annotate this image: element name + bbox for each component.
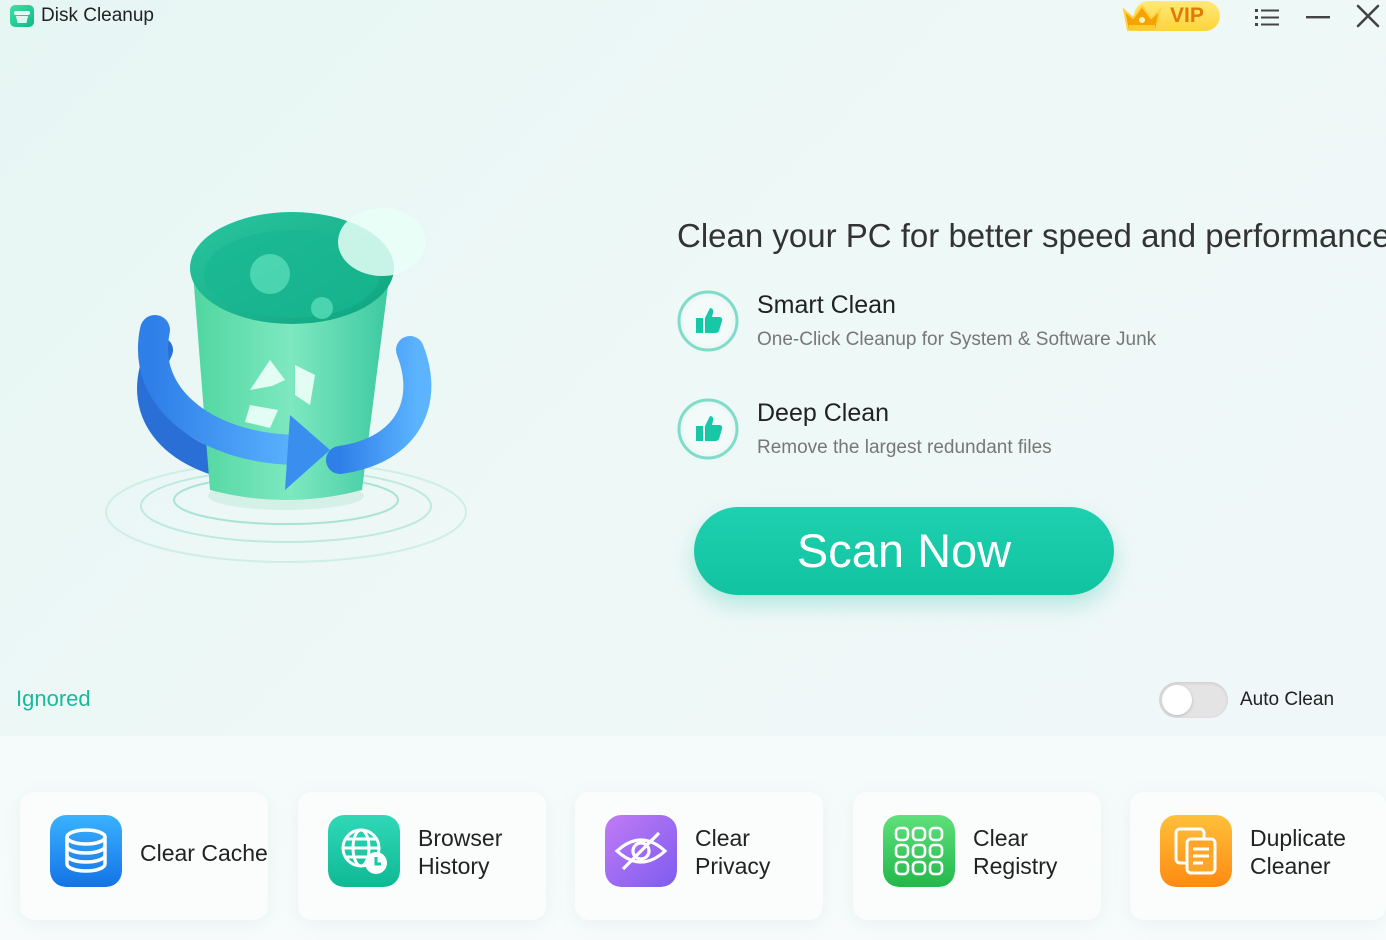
tool-label-line2: Registry bbox=[973, 853, 1058, 879]
toggle-knob bbox=[1162, 685, 1192, 715]
tool-label: Clear Cache bbox=[140, 840, 268, 866]
thumbs-up-icon bbox=[677, 290, 739, 352]
vip-label: VIP bbox=[1170, 4, 1204, 27]
tool-clear-privacy[interactable]: Clear Privacy bbox=[575, 792, 823, 920]
tool-label: Browser History bbox=[418, 824, 558, 880]
grid-icon bbox=[883, 815, 955, 887]
feature-deep-clean: Deep Clean Remove the largest redundant … bbox=[676, 397, 1276, 477]
tool-label-line2: Cleaner bbox=[1250, 853, 1331, 879]
tool-label-line1: Browser bbox=[418, 825, 503, 851]
feature-description: Remove the largest redundant files bbox=[757, 437, 1052, 458]
tool-label-line2: Privacy bbox=[695, 853, 771, 879]
title-bar: Disk Cleanup VIP bbox=[0, 0, 1386, 36]
thumbs-up-icon bbox=[677, 398, 739, 460]
feature-title: Deep Clean bbox=[757, 399, 890, 427]
headline: Clean your PC for better speed and perfo… bbox=[677, 217, 1386, 254]
minimize-icon[interactable] bbox=[1304, 4, 1332, 30]
tool-duplicate-cleaner[interactable]: Duplicate Cleaner bbox=[1130, 792, 1386, 920]
auto-clean-toggle[interactable] bbox=[1159, 682, 1228, 718]
copy-document-icon bbox=[1160, 815, 1232, 887]
tool-clear-registry[interactable]: Clear Registry bbox=[853, 792, 1101, 920]
app-logo-icon bbox=[10, 5, 34, 27]
feature-smart-clean: Smart Clean One-Click Cleanup for System… bbox=[676, 289, 1276, 369]
close-icon[interactable] bbox=[1354, 4, 1382, 30]
recycle-bin-illustration bbox=[105, 208, 467, 563]
auto-clean-label: Auto Clean bbox=[1240, 689, 1335, 710]
feature-title: Smart Clean bbox=[757, 291, 896, 319]
tool-browser-history[interactable]: Browser History bbox=[298, 792, 546, 920]
tool-label-line1: Duplicate bbox=[1250, 825, 1346, 851]
tool-label: Clear Privacy bbox=[695, 824, 835, 880]
tool-label-line1: Clear bbox=[973, 825, 1028, 851]
tool-label: Clear Registry bbox=[973, 824, 1113, 880]
scan-now-button[interactable]: Scan Now bbox=[694, 507, 1114, 595]
menu-icon[interactable] bbox=[1253, 4, 1281, 30]
tool-label: Duplicate Cleaner bbox=[1250, 824, 1386, 880]
eye-slash-icon bbox=[605, 815, 677, 887]
crown-icon bbox=[1122, 4, 1162, 31]
tool-label-line2: History bbox=[418, 853, 490, 879]
ignored-link[interactable]: Ignored bbox=[16, 686, 91, 712]
tool-label-line1: Clear bbox=[695, 825, 750, 851]
app-title: Disk Cleanup bbox=[41, 5, 154, 26]
feature-description: One-Click Cleanup for System & Software … bbox=[757, 329, 1157, 350]
vip-button[interactable]: VIP bbox=[1120, 0, 1222, 34]
tool-clear-cache[interactable]: Clear Cache bbox=[20, 792, 268, 920]
globe-clock-icon bbox=[328, 815, 400, 887]
database-icon bbox=[50, 815, 122, 887]
